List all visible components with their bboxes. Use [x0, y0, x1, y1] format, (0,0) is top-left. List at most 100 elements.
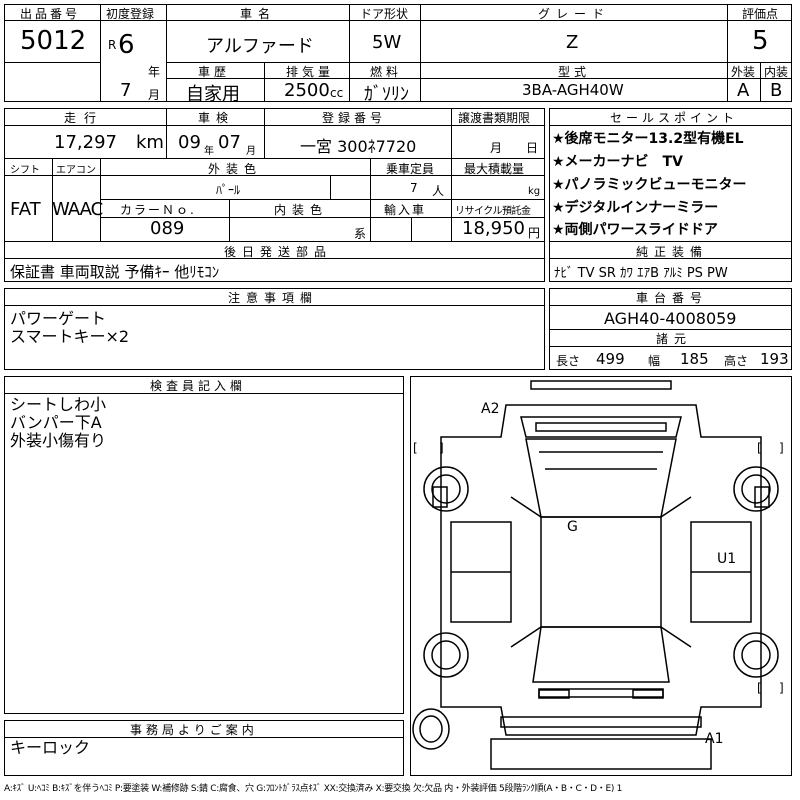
- registration-number: 一宮 300ﾈ7720: [300, 137, 417, 156]
- inspection-year-unit: 年: [204, 146, 214, 157]
- exterior-color: ﾊﾟｰﾙ: [216, 183, 241, 197]
- grade-label: グレード: [538, 7, 611, 21]
- caution-line-2: スマートキー×2: [10, 327, 130, 346]
- fuel: ｶﾞｿﾘﾝ: [364, 84, 409, 105]
- color-no: 089: [150, 218, 185, 239]
- chassis-label: 車台番号: [636, 291, 709, 305]
- caution-line-1: パワーゲート: [10, 309, 107, 328]
- exterior-color-label: 外装色: [208, 162, 263, 176]
- mileage: 17,297: [54, 132, 117, 153]
- damage-a2: A2: [481, 401, 500, 417]
- interior-label: 内装: [764, 65, 789, 79]
- ac-label: エアコン: [56, 165, 96, 176]
- inspector-line-2: バンパー下A: [10, 413, 102, 432]
- bracket-right-3: ]: [779, 681, 784, 695]
- chassis-number: AGH40-4008059: [604, 309, 737, 328]
- bracket-left-1: [: [413, 441, 418, 455]
- bracket-right-2: ]: [779, 441, 784, 455]
- ac: WAAC: [52, 199, 103, 220]
- color-no-label: カラーＮｏ.: [120, 203, 196, 217]
- car-name-label: 車名: [240, 7, 277, 21]
- recycle-label: リサイクル預託金: [455, 206, 531, 217]
- interior-grade: B: [770, 80, 783, 101]
- cautions-label: 注意事項欄: [228, 291, 319, 305]
- equipment-label: 純正装備: [636, 245, 709, 259]
- first-reg-year: 6: [118, 30, 135, 60]
- shift: FAT: [10, 199, 41, 220]
- length-label: 長さ: [556, 354, 581, 368]
- capacity-label: 乗車定員: [386, 162, 435, 176]
- interior-color-unit: 系: [354, 227, 367, 241]
- door-label: ドア形状: [360, 7, 409, 21]
- car-diagram: A2 G U1 A1 [ ] [ ] [ ]: [410, 376, 792, 776]
- score-label: 評価点: [742, 7, 779, 21]
- transfer-day: 日: [526, 141, 539, 155]
- displacement-unit: cc: [330, 86, 344, 100]
- inspector-label: 検査員記入欄: [150, 379, 247, 393]
- office-note: キーロック: [10, 738, 91, 757]
- regno-label: 登録番号: [322, 111, 387, 125]
- later-parts-label: 後日発送部品: [224, 245, 333, 259]
- later-parts: 保証書 車両取説 予備ｷｰ 他ﾘﾓｺﾝ: [10, 263, 220, 281]
- sales-point-4: ★デジタルインナーミラー: [552, 200, 719, 216]
- displacement: 2500: [284, 80, 330, 101]
- inspection-month: 07: [218, 132, 241, 153]
- transfer-deadline-label: 譲渡書類期限: [458, 111, 531, 125]
- damage-a1: A1: [705, 731, 724, 747]
- bracket-left-3: [: [757, 681, 762, 695]
- history-label: 車歴: [198, 65, 231, 79]
- year-unit: 年: [148, 65, 161, 79]
- max-load-unit: kg: [528, 186, 541, 197]
- width: 185: [680, 350, 709, 368]
- damage-g: G: [567, 519, 578, 535]
- door-type: 5W: [372, 32, 402, 53]
- car-diagram-svg: [412, 380, 779, 770]
- lot-number: 5012: [20, 26, 87, 56]
- displacement-label: 排気量: [286, 65, 335, 79]
- specs-label: 諸元: [656, 332, 693, 346]
- office-label: 事務局よりご案内: [130, 723, 258, 737]
- inspection-month-unit: 月: [246, 146, 256, 157]
- sales-points-label: セールスポイント: [610, 111, 739, 125]
- sales-point-3: ★パノラミックビューモニター: [552, 177, 747, 193]
- width-label: 幅: [648, 354, 661, 368]
- first-reg-label: 初度登録: [106, 7, 155, 21]
- inspector-line-3: 外装小傷有り: [10, 431, 107, 450]
- exterior-grade: A: [737, 80, 750, 101]
- sales-point-2: ★メーカーナビ TV: [552, 154, 683, 170]
- transfer-month: 月: [490, 141, 503, 155]
- shift-label: シフト: [10, 165, 40, 176]
- interior-color-label: 内装色: [274, 203, 329, 217]
- inspection-label: 車検: [198, 111, 235, 125]
- mileage-unit: km: [136, 132, 164, 153]
- capacity: 7: [410, 181, 418, 195]
- sales-point-5: ★両側パワースライドドア: [552, 222, 718, 238]
- lot-label: 出品番号: [20, 7, 81, 21]
- length: 499: [596, 350, 625, 368]
- history: 自家用: [186, 84, 240, 105]
- recycle-fee: 18,950: [462, 218, 525, 239]
- height: 193: [760, 350, 789, 368]
- recycle-unit: 円: [528, 226, 541, 240]
- model-label: 型式: [558, 65, 591, 79]
- model-code: 3BA-AGH40W: [522, 81, 624, 99]
- car-name: アルファード: [206, 36, 314, 57]
- legend-footer: A:ｷｽﾞ U:ﾍｺﾐ B:ｷｽﾞを伴うﾍｺﾐ P:要塗装 W:補修跡 S:錆 …: [4, 784, 623, 794]
- import-label: 輸入車: [384, 203, 427, 217]
- mileage-label: 走行: [64, 111, 105, 125]
- capacity-unit: 人: [432, 184, 445, 198]
- first-reg-month: 7: [120, 80, 132, 101]
- damage-u1: U1: [717, 551, 737, 567]
- height-label: 高さ: [724, 354, 749, 368]
- max-load-label: 最大積載量: [464, 162, 525, 176]
- sales-point-1: ★後席モニター13.2型有機EL: [552, 131, 744, 147]
- equipment: ﾅﾋﾞ TV SR ｶﾜ ｴｱB ｱﾙﾐ PS PW: [554, 266, 728, 281]
- score: 5: [752, 26, 769, 56]
- inspection-year: 09: [178, 132, 201, 153]
- era-label: R: [108, 38, 117, 52]
- exterior-label: 外装: [731, 65, 756, 79]
- grade: Z: [566, 32, 579, 53]
- fuel-label: 燃料: [370, 65, 403, 79]
- inspector-line-1: シートしわ小: [10, 395, 107, 414]
- bracket-left-2: [: [757, 441, 762, 455]
